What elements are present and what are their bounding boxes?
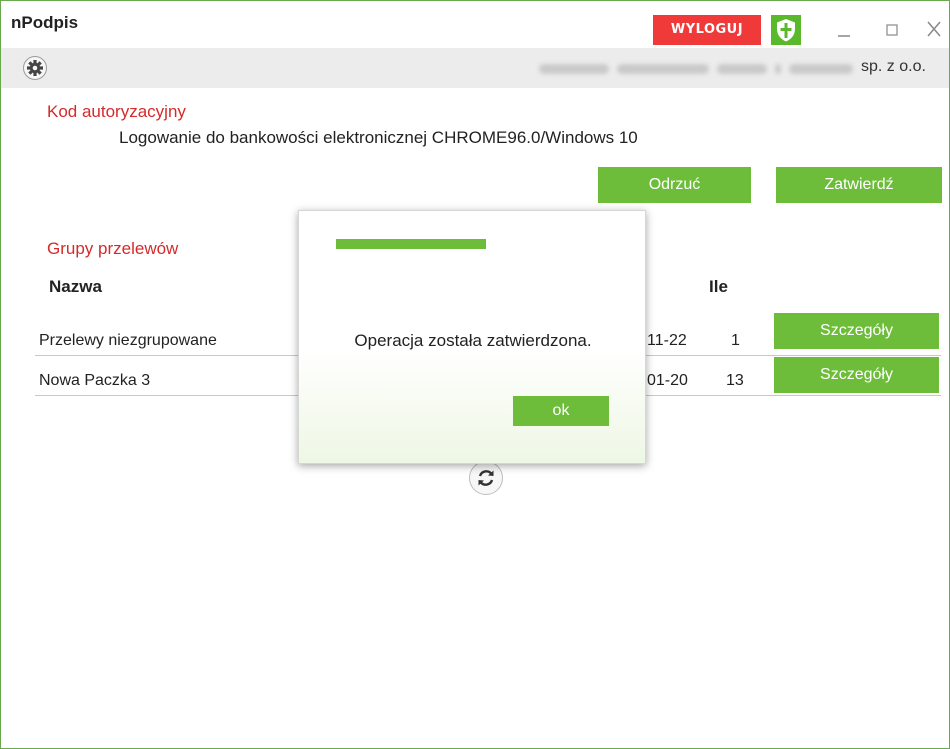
maximize-icon[interactable]: [877, 17, 907, 43]
row-name: Przelewy niezgrupowane: [39, 332, 217, 349]
logout-button[interactable]: WYLOGUJ: [653, 15, 761, 45]
blurred-user-info: [539, 64, 857, 74]
confirm-button[interactable]: Zatwierdź: [776, 167, 942, 203]
gear-icon[interactable]: [23, 56, 47, 80]
app-window: nPodpis WYLOGUJ sp. z o.o. Kod autoryzac…: [0, 0, 950, 749]
dialog-accent-bar: [336, 239, 486, 249]
column-header-name: Nazwa: [49, 277, 102, 296]
column-header-count: Ile: [709, 277, 728, 296]
minimize-icon[interactable]: [829, 17, 859, 43]
company-name: sp. z o.o.: [861, 58, 926, 75]
details-button[interactable]: Szczegóły: [774, 313, 939, 349]
groups-section-title: Grupy przelewów: [47, 239, 179, 258]
reject-button[interactable]: Odrzuć: [598, 167, 751, 203]
toolbar: sp. z o.o.: [1, 48, 949, 88]
ok-button[interactable]: ok: [513, 396, 609, 426]
auth-description: Logowanie do bankowości elektronicznej C…: [119, 128, 638, 147]
close-icon[interactable]: [919, 17, 949, 43]
app-title: nPodpis: [11, 13, 79, 32]
dialog-message: Operacja została zatwierdzona.: [354, 331, 592, 350]
auth-section-title: Kod autoryzacyjny: [47, 102, 186, 121]
confirmation-dialog: Operacja została zatwierdzona. ok: [298, 210, 646, 464]
row-date: 01-20: [647, 372, 688, 389]
row-date: 11-22: [647, 332, 687, 349]
details-button[interactable]: Szczegóły: [774, 357, 939, 393]
row-count: 13: [726, 372, 744, 389]
row-count: 1: [731, 332, 740, 349]
title-bar: nPodpis WYLOGUJ: [1, 1, 949, 45]
row-name: Nowa Paczka 3: [39, 372, 151, 389]
shield-icon[interactable]: [771, 15, 801, 45]
refresh-icon[interactable]: [469, 461, 503, 495]
